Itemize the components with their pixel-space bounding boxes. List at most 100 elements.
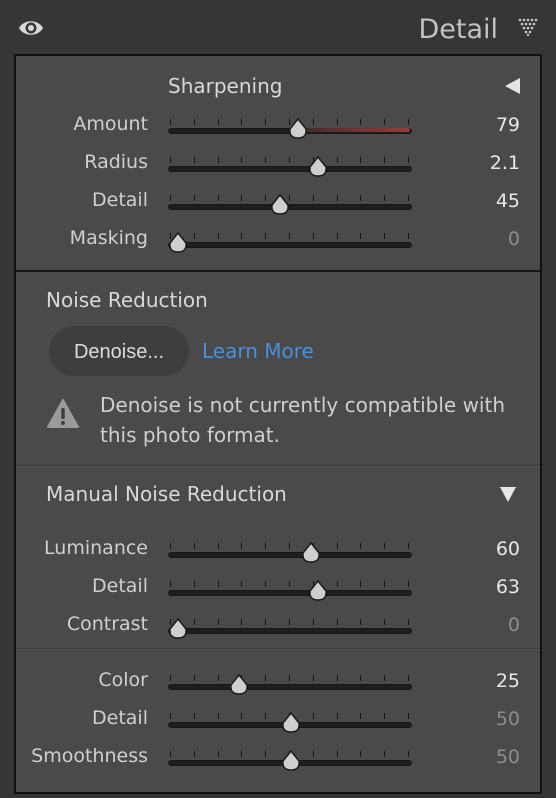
slider-row-smoothness: Smoothness 50 <box>16 744 540 782</box>
slider-tick <box>360 751 362 757</box>
slider-tick <box>408 543 409 549</box>
slider-label: Smoothness <box>31 745 148 767</box>
slider-tick <box>360 119 362 125</box>
slider-tick <box>193 543 195 549</box>
slider-tick <box>289 543 290 549</box>
subsection-divider <box>16 648 540 650</box>
slider-tick <box>360 675 362 681</box>
slider-thumb[interactable] <box>229 674 249 696</box>
slider-value[interactable]: 45 <box>496 188 520 214</box>
slider-track[interactable] <box>168 552 412 558</box>
slider-detail[interactable] <box>168 190 412 215</box>
slider-track[interactable] <box>168 684 412 690</box>
slider-tick <box>384 713 386 719</box>
slider-value[interactable]: 0 <box>508 226 520 252</box>
sharpening-title: Sharpening <box>168 74 283 98</box>
slider-row-radius: Radius 2.1 <box>16 150 540 188</box>
slider-tick <box>336 233 338 239</box>
slider-value[interactable]: 50 <box>496 744 520 770</box>
slider-value[interactable]: 25 <box>496 668 520 694</box>
slider-label: Amount <box>73 113 148 135</box>
slider-tick <box>408 233 409 239</box>
slider-tick <box>289 619 290 625</box>
detail-panel: Sharpening Amount 79 Radius 2.1 Detail 45 Mask… <box>14 54 542 794</box>
slider-tick <box>170 543 171 549</box>
slider-tick <box>312 233 314 239</box>
slider-track[interactable] <box>168 590 412 596</box>
slider-tick <box>193 619 195 625</box>
slider-thumb[interactable] <box>270 194 290 216</box>
slider-value[interactable]: 0 <box>508 612 520 638</box>
slider-radius[interactable] <box>168 152 412 177</box>
slider-tick <box>336 543 338 549</box>
slider-tick <box>384 675 386 681</box>
expand-down-triangle-icon[interactable] <box>498 484 518 504</box>
slider-row-color: Color 25 <box>16 668 540 706</box>
slider-value[interactable]: 50 <box>496 706 520 732</box>
slider-tick <box>408 195 409 201</box>
collapse-left-triangle-icon[interactable] <box>502 76 522 96</box>
slider-thumb[interactable] <box>281 750 301 772</box>
slider-track[interactable] <box>168 628 412 634</box>
slider-tick <box>170 751 171 757</box>
slider-tick <box>241 713 243 719</box>
slider-tick <box>241 619 243 625</box>
slider-tick <box>193 713 195 719</box>
slider-color[interactable] <box>168 670 412 695</box>
slider-detail[interactable] <box>168 708 412 733</box>
slider-tick <box>289 157 290 163</box>
slider-value[interactable]: 79 <box>496 112 520 138</box>
slider-masking[interactable] <box>168 228 412 253</box>
slider-thumb[interactable] <box>308 580 328 602</box>
slider-thumb[interactable] <box>281 712 301 734</box>
slider-thumb[interactable] <box>288 118 308 140</box>
slider-tick <box>384 195 386 201</box>
learn-more-link[interactable]: Learn More <box>202 338 314 364</box>
slider-tick <box>360 619 362 625</box>
slider-tick <box>193 751 195 757</box>
slider-tick <box>217 751 219 757</box>
slider-tick <box>408 751 409 757</box>
slider-label: Contrast <box>66 613 148 635</box>
slider-tick <box>360 233 362 239</box>
eye-icon[interactable] <box>18 17 44 39</box>
panel-menu-triangle-icon[interactable] <box>518 18 540 36</box>
slider-tick <box>312 119 314 125</box>
slider-thumb[interactable] <box>308 156 328 178</box>
slider-thumb[interactable] <box>168 232 188 254</box>
panel-header: Detail <box>0 0 556 54</box>
slider-thumb[interactable] <box>168 618 188 640</box>
slider-tick <box>384 119 386 125</box>
slider-luminance[interactable] <box>168 538 412 563</box>
slider-track[interactable] <box>168 204 412 210</box>
slider-tick <box>336 619 338 625</box>
slider-track[interactable] <box>168 242 412 248</box>
slider-tick <box>265 581 267 587</box>
slider-tick <box>170 157 171 163</box>
slider-thumb[interactable] <box>301 542 321 564</box>
slider-detail[interactable] <box>168 576 412 601</box>
slider-value[interactable]: 60 <box>496 536 520 562</box>
slider-label: Color <box>98 669 148 691</box>
slider-value[interactable]: 2.1 <box>490 150 520 176</box>
slider-tick <box>289 233 290 239</box>
slider-row-contrast: Contrast 0 <box>16 612 540 650</box>
manual-noise-reduction-title: Manual Noise Reduction <box>46 482 287 506</box>
slider-tick <box>336 751 338 757</box>
denoise-button[interactable]: Denoise... <box>49 326 189 376</box>
slider-row-amount: Amount 79 <box>16 112 540 150</box>
slider-tick <box>384 233 386 239</box>
slider-tick <box>336 581 338 587</box>
slider-track[interactable] <box>168 166 412 172</box>
slider-value[interactable]: 63 <box>496 574 520 600</box>
slider-label: Detail <box>92 707 148 729</box>
slider-tick <box>312 619 314 625</box>
slider-tick <box>312 713 314 719</box>
slider-amount[interactable] <box>168 114 412 139</box>
slider-tick <box>217 543 219 549</box>
slider-contrast[interactable] <box>168 614 412 639</box>
slider-tick <box>217 713 219 719</box>
slider-smoothness[interactable] <box>168 746 412 771</box>
warning-triangle-icon <box>47 399 79 428</box>
slider-tick <box>265 675 267 681</box>
